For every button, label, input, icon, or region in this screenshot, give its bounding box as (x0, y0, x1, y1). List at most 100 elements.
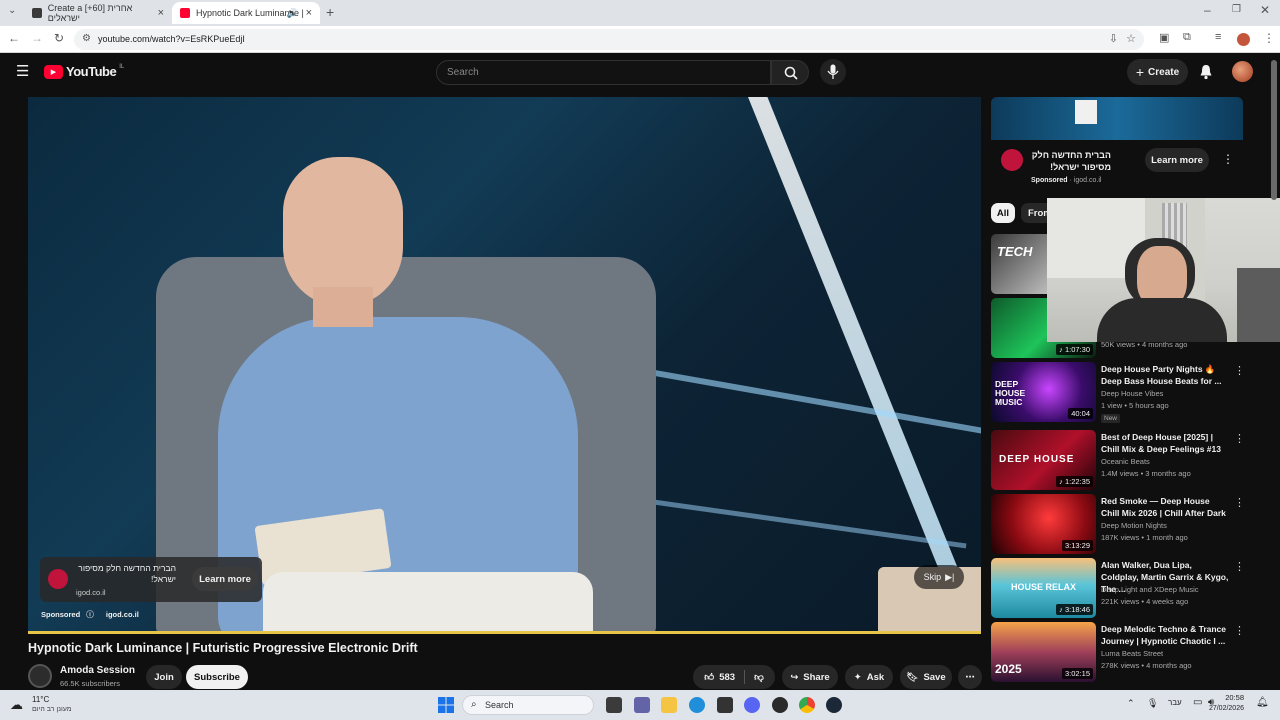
minimize-icon[interactable]: – (1204, 3, 1211, 17)
tray-overflow-icon[interactable]: ⌃ (1127, 698, 1135, 709)
channel-name[interactable]: Oceanic Beats (1101, 457, 1150, 466)
video-ad-overlay[interactable]: הברית החדשה חלק מסיפור ישראל! igod.co.il… (40, 557, 262, 602)
install-app-icon[interactable]: ⇩ (1109, 32, 1118, 45)
more-vertical-icon[interactable]: ⋮ (1234, 432, 1245, 445)
close-tab-icon[interactable]: × (306, 7, 312, 19)
share-button[interactable]: ↪ Share (782, 665, 838, 689)
page-scrollbar[interactable] (1271, 60, 1277, 200)
bookmark-star-icon[interactable]: ☆ (1126, 32, 1136, 45)
media-control-icon[interactable]: ≡ (1215, 31, 1221, 43)
channel-name[interactable]: Deep Light and XDeep Music (1101, 585, 1199, 594)
weather-cloud-icon[interactable]: ☁ (10, 697, 23, 713)
notification-center-icon[interactable]: 🔔︎ (1256, 697, 1269, 708)
browser-menu-icon[interactable]: ⋮ (1263, 31, 1275, 45)
more-actions-button[interactable]: ⋯ (958, 665, 982, 689)
ask-button[interactable]: ✦ Ask (845, 665, 893, 689)
restore-icon[interactable]: ❐ (1232, 4, 1241, 15)
chrome-icon[interactable] (799, 697, 815, 713)
share-label: Share (803, 671, 830, 683)
taskbar-search[interactable]: ⌕ Search (462, 695, 594, 715)
youtube-logo[interactable]: ▶ YouTube IL (44, 64, 124, 79)
search-button[interactable] (771, 60, 809, 85)
sidebar-ad[interactable]: הברית החדשה חלק מסיפור ישראל! Sponsored … (991, 97, 1243, 197)
list-item[interactable]: DEEP HOUSE MUSIC 40:04 Deep House Party … (991, 362, 1246, 423)
new-tab-icon[interactable]: + (326, 4, 334, 20)
divider (744, 670, 746, 684)
notifications-bell-icon[interactable] (1199, 64, 1213, 80)
store-icon[interactable] (717, 697, 733, 713)
video-player[interactable] (28, 97, 981, 632)
clock-time[interactable]: 20:58 (1222, 693, 1244, 702)
close-tab-icon[interactable]: × (158, 7, 164, 19)
list-item[interactable]: DEEP HOUSE ♪ 1:22:35 Best of Deep House … (991, 430, 1246, 490)
hamburger-menu-icon[interactable]: ☰ (16, 62, 29, 80)
edge-browser-icon[interactable] (689, 697, 705, 713)
channel-name[interactable]: Amoda Session (60, 665, 135, 676)
save-button[interactable]: 🔖︎ Save (900, 665, 952, 689)
side-ad-learn-more-button[interactable]: Learn more (1145, 148, 1209, 172)
back-icon[interactable]: ← (8, 31, 20, 45)
reload-icon[interactable]: ↻ (54, 31, 64, 45)
more-vertical-icon[interactable]: ⋮ (1234, 560, 1245, 573)
channel-name[interactable]: Deep House Vibes (1101, 389, 1163, 398)
list-item[interactable]: 3:13:29 Red Smoke — Deep House Chill Mix… (991, 494, 1246, 554)
list-item[interactable]: HOUSE RELAX ♪ 3:18:46 Alan Walker, Dua L… (991, 558, 1246, 618)
dislike-button[interactable]: 👎︎ (754, 671, 764, 683)
discord-icon[interactable] (744, 697, 760, 713)
more-vertical-icon[interactable]: ⋮ (1222, 152, 1234, 166)
audio-playing-icon[interactable]: 🔊 (287, 8, 298, 19)
ad-learn-more-button[interactable]: Learn more (192, 567, 258, 591)
window-close-icon[interactable]: ✕ (1260, 3, 1270, 17)
clock-date[interactable]: 27/02/2026 (1206, 705, 1244, 712)
weather-temp[interactable]: 11°C (32, 695, 49, 704)
extensions-puzzle-icon[interactable]: ⧉ (1183, 31, 1191, 44)
new-badge: New (1101, 414, 1121, 423)
profile-avatar-icon[interactable] (1237, 33, 1250, 46)
info-icon[interactable]: ⓘ (86, 610, 94, 619)
steam-icon[interactable] (826, 697, 842, 713)
app-icon[interactable] (772, 697, 788, 713)
extension-icon[interactable]: ▣ (1159, 31, 1169, 44)
file-explorer-icon[interactable] (661, 697, 677, 713)
windows-start-icon[interactable] (438, 697, 454, 713)
chip-all[interactable]: All (991, 203, 1015, 223)
url-box[interactable]: ⚙ youtube.com/watch?v=EsRKPueEdjI ⇩ ☆ (74, 29, 1144, 50)
skip-ad-button[interactable]: Skip ▶| (914, 565, 964, 589)
browser-tab-bar: ⌄ Create a [+60] אחרית ישראלים × Hypnoti… (0, 0, 1280, 26)
subscribe-button[interactable]: Subscribe (186, 665, 248, 689)
more-vertical-icon[interactable]: ⋮ (1234, 496, 1245, 509)
account-avatar[interactable] (1232, 61, 1253, 82)
sponsored-label: Sponsored (41, 610, 81, 619)
channel-name[interactable]: Luma Beats Street (1101, 649, 1163, 658)
light-beam (630, 365, 981, 435)
ad-progress-bar[interactable] (28, 631, 981, 634)
ad-brand-shield-icon (48, 569, 68, 589)
input-language[interactable]: עבר (1168, 698, 1182, 707)
channel-avatar[interactable] (28, 664, 52, 688)
microphone-tray-icon[interactable]: 🎙︎ (1147, 698, 1158, 709)
more-vertical-icon[interactable]: ⋮ (1234, 624, 1245, 637)
person-neck (313, 287, 373, 327)
tab-youtube-active[interactable]: Hypnotic Dark Luminance | 🔊 × (172, 2, 320, 24)
tab-create[interactable]: Create a [+60] אחרית ישראלים × (24, 2, 172, 24)
like-button[interactable]: 👍︎ 583 (704, 671, 735, 684)
join-button[interactable]: Join (146, 665, 182, 689)
tab-list-chevron-icon[interactable]: ⌄ (8, 5, 16, 16)
thumbnail-text: TECH (997, 244, 1033, 259)
voice-search-button[interactable] (820, 59, 846, 85)
site-info-icon[interactable]: ⚙ (82, 33, 91, 44)
sponsored-domain: igod.co.il (105, 610, 139, 619)
forward-icon[interactable]: → (31, 31, 43, 45)
teams-icon[interactable] (634, 697, 650, 713)
create-label: Create (1148, 66, 1180, 78)
create-button[interactable]: + Create (1127, 59, 1188, 85)
search-placeholder: Search (447, 67, 479, 78)
task-view-icon[interactable] (606, 697, 622, 713)
display-tray-icon[interactable]: ▭ (1193, 697, 1202, 708)
list-item[interactable]: 2025 3:02:15 Deep Melodic Techno & Tranc… (991, 622, 1246, 682)
video-title: Hypnotic Dark Luminance | Futuristic Pro… (28, 641, 418, 655)
more-vertical-icon[interactable]: ⋮ (1234, 364, 1245, 377)
share-arrow-icon: ↪ (790, 671, 799, 683)
channel-name[interactable]: Deep Motion Nights (1101, 521, 1167, 530)
search-input[interactable]: Search (436, 60, 771, 85)
